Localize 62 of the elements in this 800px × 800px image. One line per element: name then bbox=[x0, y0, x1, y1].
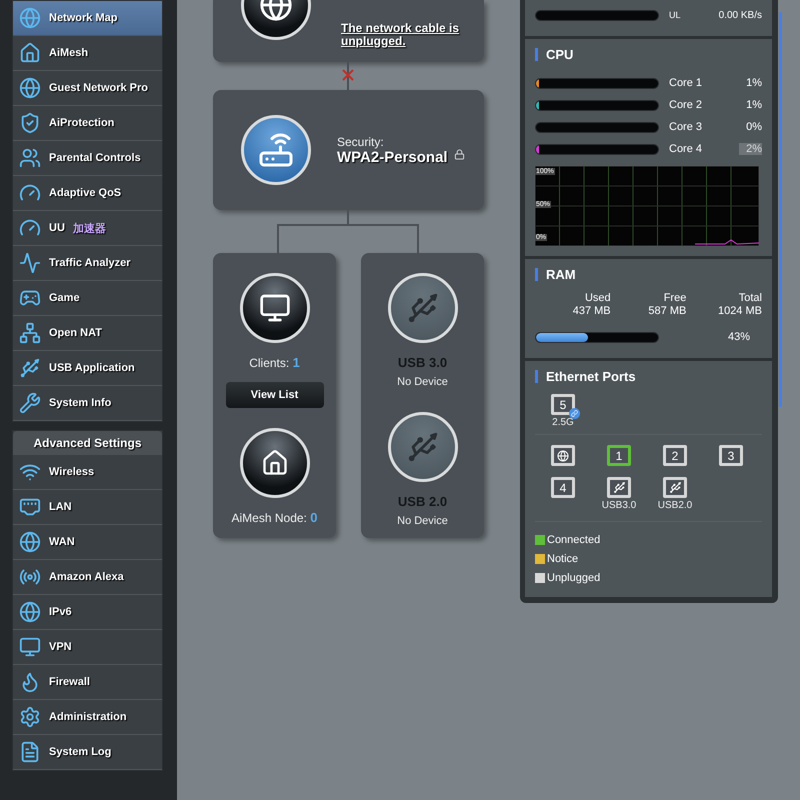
ram-label: Used bbox=[584, 292, 611, 305]
ram-label: Total bbox=[738, 292, 762, 305]
lan-port: 4 bbox=[551, 477, 575, 498]
ram-value: 1024 MB bbox=[716, 305, 762, 318]
core-value: 1% bbox=[745, 99, 762, 111]
security-value: WPA2-Personal bbox=[337, 148, 448, 166]
traffic-label: UL bbox=[669, 10, 681, 20]
usb-title: USB 2.0 bbox=[398, 494, 448, 509]
ethernet-port-icon bbox=[19, 496, 41, 518]
lan-port: 3 bbox=[719, 445, 743, 466]
core-name: Core 3 bbox=[669, 121, 704, 133]
usb-title: USB 3.0 bbox=[398, 355, 448, 370]
usb-icon bbox=[612, 481, 626, 494]
monitor-icon bbox=[19, 636, 41, 658]
core-value: 1% bbox=[745, 77, 762, 89]
globe-icon bbox=[19, 77, 41, 99]
lan-port: 1 bbox=[607, 445, 631, 466]
globe-icon bbox=[19, 531, 41, 553]
globe-icon bbox=[19, 601, 41, 623]
ram-value: 437 MB bbox=[572, 305, 611, 318]
shield-icon bbox=[19, 112, 41, 134]
ram-percent: 43% bbox=[728, 331, 750, 343]
clients-label: Clients: 1 bbox=[249, 355, 300, 370]
tag-text: 加速器 bbox=[72, 222, 106, 236]
port-caption: USB3.0 bbox=[602, 500, 636, 511]
section-title: RAM bbox=[546, 267, 576, 282]
house-icon bbox=[19, 42, 41, 64]
sidebar-item[interactable]: Network Map bbox=[13, 1, 162, 36]
legend-label: Notice bbox=[547, 552, 578, 564]
view-list-button[interactable]: View List bbox=[226, 382, 324, 408]
ram-value: 587 MB bbox=[647, 305, 686, 318]
legend-label: Unplugged bbox=[547, 572, 600, 584]
port-caption: USB2.0 bbox=[658, 500, 692, 511]
settings-icon bbox=[19, 706, 41, 728]
wrench-icon bbox=[19, 392, 41, 414]
section-title: CPU bbox=[546, 47, 574, 62]
traffic-value: 0.00 KB/s bbox=[718, 10, 762, 20]
usb-status: No Device bbox=[397, 515, 448, 527]
status-link[interactable]: The network cable is unplugged. bbox=[341, 22, 471, 48]
core-name: Core 1 bbox=[669, 77, 704, 89]
pulse-icon bbox=[19, 252, 41, 274]
usb-icon bbox=[19, 357, 41, 379]
ram-label: Free bbox=[662, 292, 686, 305]
document-icon bbox=[19, 741, 41, 763]
aimesh-label: AiMesh Node: 0 bbox=[232, 510, 318, 525]
core-name: Core 4 bbox=[669, 143, 704, 155]
security-label: Security: bbox=[337, 134, 385, 148]
usb-status: No Device bbox=[397, 376, 448, 388]
usb-icon bbox=[668, 481, 682, 494]
section-title: Ethernet Ports bbox=[546, 369, 636, 384]
core-name: Core 2 bbox=[669, 99, 704, 111]
lan-port: 2 bbox=[663, 445, 687, 466]
scrollbar[interactable] bbox=[779, 12, 782, 407]
globe-icon bbox=[557, 450, 569, 462]
users-icon bbox=[19, 147, 41, 169]
globe-icon bbox=[19, 7, 41, 29]
legend-label: Connected bbox=[547, 534, 600, 546]
section-header: Advanced Settings bbox=[13, 431, 162, 455]
core-value: 2% bbox=[738, 143, 762, 155]
network-icon bbox=[19, 322, 41, 344]
core-value: 0% bbox=[745, 121, 762, 133]
port-caption: 2.5G bbox=[552, 417, 574, 428]
